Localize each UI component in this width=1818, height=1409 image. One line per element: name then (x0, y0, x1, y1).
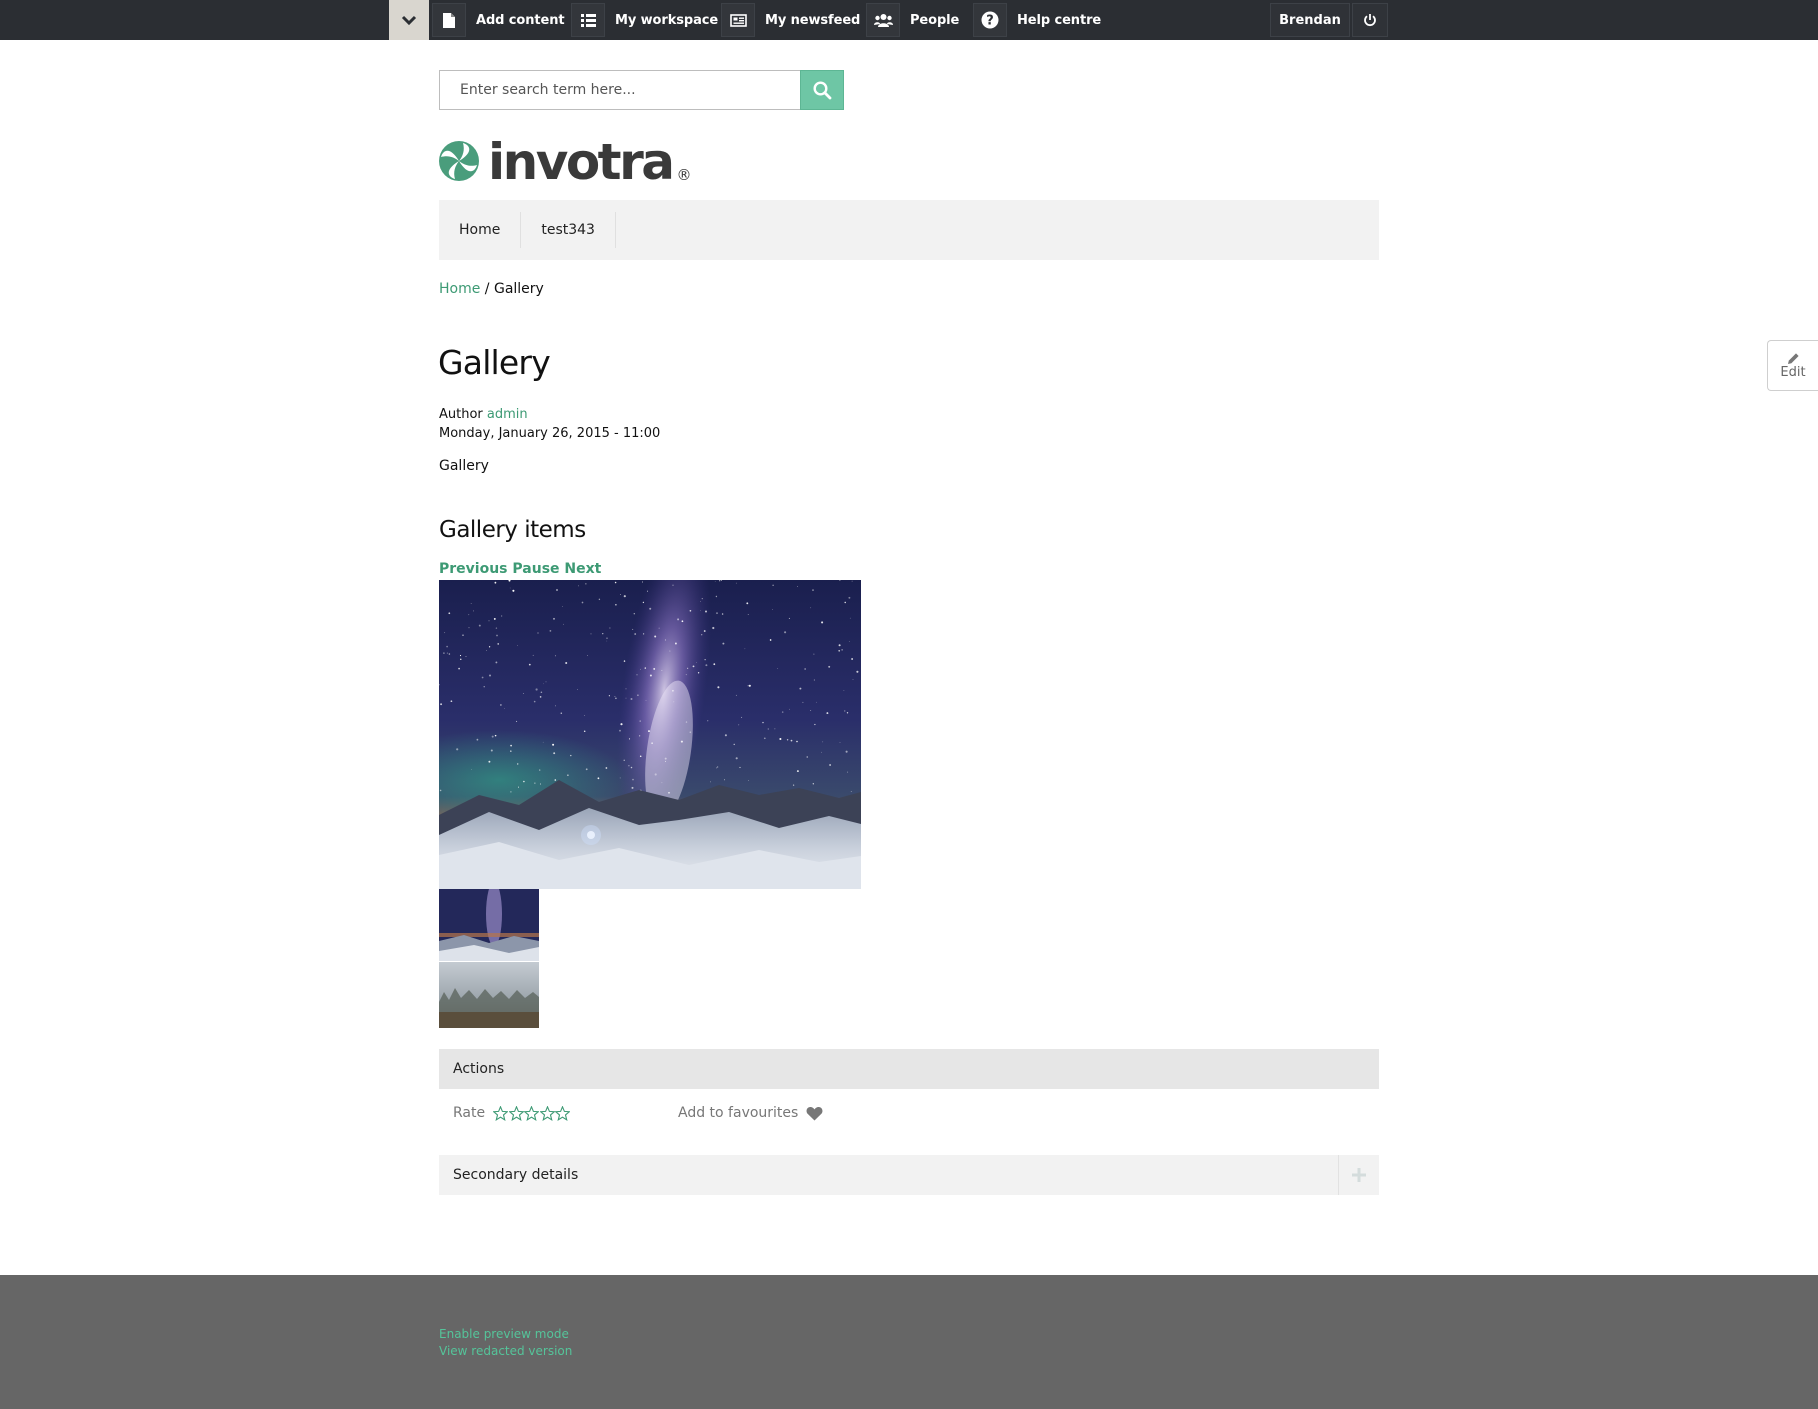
logo-registered-mark: ® (676, 166, 692, 184)
article-body: Gallery (439, 458, 489, 474)
nav-item-home[interactable]: Home (439, 212, 522, 248)
toolbar-add-content[interactable]: Add content (432, 0, 565, 40)
logo-mark-icon (439, 141, 479, 181)
rate-label: Rate (453, 1105, 486, 1121)
toolbar-item-label: Help centre (1017, 12, 1102, 28)
star-icon[interactable] (555, 1105, 571, 1121)
site-footer: Enable preview mode View redacted versio… (0, 1275, 1818, 1409)
breadcrumb-home-link[interactable]: Home (439, 281, 480, 297)
slideshow-controls: Previous Pause Next (439, 561, 601, 577)
admin-toolbar: Add content My workspace My newsfeed Peo… (0, 0, 1818, 40)
publish-date: Monday, January 26, 2015 - 11:00 (439, 426, 661, 441)
svg-text:?: ? (986, 14, 993, 29)
star-icon[interactable] (539, 1105, 555, 1121)
toolbar-my-newsfeed[interactable]: My newsfeed (721, 0, 860, 40)
author-label: Author (439, 407, 483, 422)
newspaper-icon (721, 3, 755, 37)
breadcrumb-separator: / (484, 281, 490, 297)
rate-widget: Rate (453, 1105, 571, 1121)
gallery-main-image[interactable] (439, 580, 861, 889)
users-icon (866, 3, 900, 37)
search-icon (812, 80, 831, 99)
logo-text: invotra (488, 133, 675, 191)
secondary-details-label: Secondary details (453, 1167, 579, 1183)
edit-button[interactable]: Edit (1767, 340, 1818, 391)
star-icon[interactable] (508, 1105, 524, 1121)
toolbar-toggle-button[interactable] (389, 0, 429, 40)
footer-links: Enable preview mode View redacted versio… (439, 1326, 572, 1360)
pencil-icon (1787, 352, 1799, 364)
gallery-thumbnail[interactable] (439, 962, 539, 1028)
article-meta: Author admin Monday, January 26, 2015 - … (439, 405, 660, 443)
toolbar-item-label: My newsfeed (765, 12, 861, 28)
slideshow-pause-button[interactable]: Pause (512, 561, 559, 577)
add-to-favourites-button[interactable]: Add to favourites (678, 1105, 823, 1121)
toolbar-item-label: People (910, 12, 960, 28)
nav-item-test343[interactable]: test343 (521, 212, 616, 248)
slideshow-next-button[interactable]: Next (564, 561, 601, 577)
site-logo[interactable]: invotra ® (438, 133, 692, 191)
toolbar-item-label: Add content (476, 12, 565, 28)
star-icon[interactable] (524, 1105, 540, 1121)
toolbar-item-label: My workspace (615, 12, 719, 28)
rating-stars (493, 1105, 571, 1121)
slideshow-previous-button[interactable]: Previous (439, 561, 508, 577)
breadcrumb: Home / Gallery (439, 281, 544, 297)
chevron-down-icon (401, 15, 417, 26)
file-icon (432, 3, 466, 37)
toolbar-my-workspace[interactable]: My workspace (571, 0, 718, 40)
search-input[interactable] (439, 70, 800, 110)
actions-header: Actions (439, 1049, 1379, 1089)
secondary-details-panel[interactable]: Secondary details (439, 1155, 1379, 1195)
enable-preview-mode-link[interactable]: Enable preview mode (439, 1326, 572, 1343)
edit-label: Edit (1780, 364, 1806, 380)
toolbar-help-centre[interactable]: ? Help centre (973, 0, 1101, 40)
main-navigation: Home test343 (439, 200, 1379, 260)
question-icon: ? (973, 3, 1007, 37)
page-title: Gallery (438, 343, 551, 382)
logout-button[interactable] (1352, 3, 1388, 37)
search-button[interactable] (800, 70, 844, 110)
view-redacted-version-link[interactable]: View redacted version (439, 1343, 572, 1360)
power-icon (1364, 14, 1376, 27)
breadcrumb-current: Gallery (493, 281, 544, 297)
expand-toggle[interactable] (1338, 1155, 1379, 1195)
gallery-thumbnail[interactable] (439, 889, 539, 961)
star-icon[interactable] (493, 1105, 509, 1121)
toolbar-people[interactable]: People (866, 0, 959, 40)
user-menu-button[interactable]: Brendan (1270, 3, 1350, 37)
favourites-label: Add to favourites (678, 1105, 799, 1121)
author-link[interactable]: admin (487, 407, 528, 422)
gallery-items-heading: Gallery items (439, 517, 586, 543)
plus-icon (1352, 1168, 1366, 1182)
list-icon (571, 3, 605, 37)
heart-icon (806, 1106, 823, 1120)
